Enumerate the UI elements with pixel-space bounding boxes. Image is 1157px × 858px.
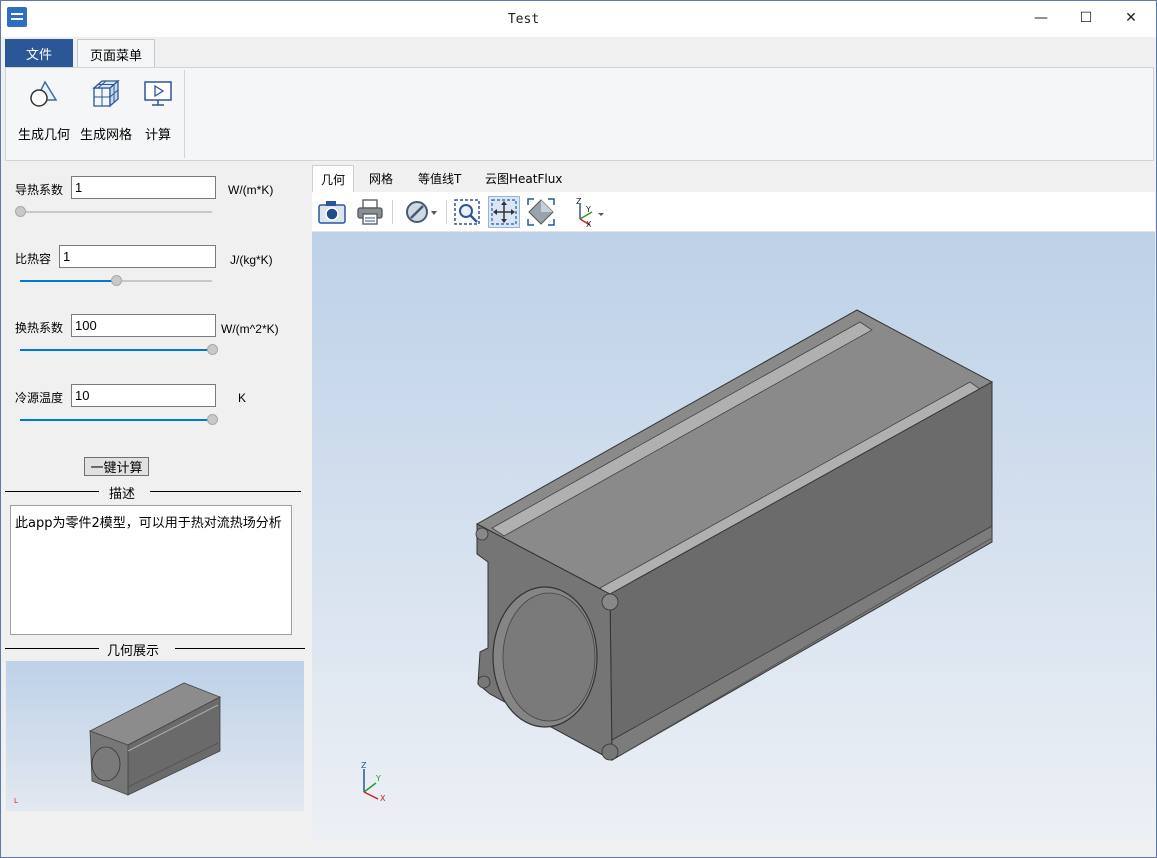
heat-transfer-input[interactable] (71, 314, 216, 337)
svg-text:L: L (14, 797, 18, 805)
slider-thumb[interactable] (15, 206, 26, 217)
minimize-button[interactable]: — (1018, 1, 1064, 35)
conductivity-input[interactable] (71, 176, 216, 199)
cold-source-temp-unit: K (238, 391, 247, 405)
print-button[interactable] (354, 196, 386, 228)
app-window: Test — ☐ ✕ 文件 页面菜单 生成几何 生成网格 计算 导热系数 1 W… (0, 0, 1157, 858)
zoom-box-button[interactable] (451, 196, 483, 228)
fit-view-icon (527, 198, 555, 226)
cold-source-temp-slider[interactable] (20, 414, 218, 425)
one-click-calculate-button[interactable]: 一键计算 (84, 457, 149, 476)
generate-mesh-label: 生成网格 (79, 128, 132, 143)
mesh-cube-icon (92, 79, 120, 108)
generate-mesh-button[interactable]: 生成网格 (78, 74, 134, 144)
tab-page-menu[interactable]: 页面菜单 (77, 39, 155, 68)
param-label-specific-heat: 比热容 (15, 252, 52, 266)
conductivity-slider[interactable] (15, 206, 212, 217)
conductivity-unit: W/(m*K) (228, 183, 274, 197)
cold-source-temp-input[interactable] (71, 384, 216, 407)
generate-geometry-label: 生成几何 (17, 128, 70, 143)
heat-transfer-unit: W/(m^2*K) (221, 322, 279, 336)
window-title: Test (507, 12, 540, 27)
description-title: 描述 (109, 487, 136, 502)
slider-thumb[interactable] (207, 414, 218, 425)
preview-model: L (14, 682, 221, 805)
axis-y-label: Y (585, 205, 591, 214)
camera-icon (318, 201, 346, 224)
fit-view-button[interactable] (525, 196, 557, 228)
display-mode-icon (406, 201, 437, 223)
compute-label: 计算 (144, 128, 171, 143)
ribbon-tabs: 文件 页面菜单 (1, 37, 1156, 68)
heat-transfer-slider[interactable] (20, 344, 218, 355)
generate-geometry-button[interactable]: 生成几何 (14, 74, 74, 144)
close-button[interactable]: ✕ (1108, 1, 1154, 35)
pan-icon (491, 199, 517, 225)
tab-mesh[interactable]: 网格 (361, 165, 401, 192)
slider-thumb[interactable] (207, 344, 218, 355)
preview-title: 几何展示 (107, 644, 160, 659)
param-label-cold-source-temp: 冷源温度 (15, 391, 64, 405)
screenshot-button[interactable] (316, 196, 348, 228)
divider (5, 648, 99, 649)
specific-heat-input[interactable] (59, 245, 216, 268)
title-bar: Test — ☐ ✕ (1, 1, 1156, 37)
parameter-panel: 导热系数 W/(m*K) 比热容 J/(kg*K) 换热系数 W/(m^2*K)… (5, 165, 307, 815)
ribbon-separator (184, 70, 185, 158)
axis-z-label: Z (576, 197, 582, 206)
maximize-button[interactable]: ☐ (1063, 1, 1109, 35)
axis-view-icon: Z Y X (576, 197, 604, 227)
tab-file[interactable]: 文件 (5, 39, 73, 67)
slider-thumb[interactable] (111, 275, 122, 286)
zoom-box-icon (454, 199, 480, 225)
tab-geometry[interactable]: 几何 (312, 165, 354, 192)
slider-fill (20, 419, 212, 421)
divider (150, 491, 301, 492)
triad-z-label: Z (361, 761, 367, 770)
toolbar-separator (446, 200, 447, 224)
view-panel: 几何 网格 等值线T 云图HeatFlux Z Y X Z Y X (312, 165, 1155, 842)
geometry-preview-image: L (6, 661, 304, 811)
description-text[interactable]: 此app为零件2模型，可以用于热对流热场分析 (10, 505, 292, 635)
compute-button[interactable]: 计算 (140, 74, 176, 144)
tab-cloud-heatflux[interactable]: 云图HeatFlux (477, 165, 570, 192)
monitor-play-icon (144, 81, 172, 106)
display-mode-button[interactable] (402, 196, 440, 228)
toolbar-separator (392, 200, 393, 224)
slider-fill (20, 280, 116, 282)
preview-group-header: 几何展示 (5, 640, 305, 659)
divider (175, 648, 305, 649)
specific-heat-slider[interactable] (20, 275, 212, 286)
specific-heat-unit: J/(kg*K) (230, 253, 273, 267)
status-bar (1, 841, 1156, 857)
axis-x-label: X (586, 220, 592, 227)
geometry-model: Z Y X (361, 309, 994, 803)
param-label-heat-transfer: 换热系数 (15, 321, 64, 335)
ribbon-panel: 生成几何 生成网格 计算 (5, 67, 1154, 161)
pan-button[interactable] (488, 196, 520, 228)
view-tabs: 几何 网格 等值线T 云图HeatFlux (312, 165, 1155, 192)
slider-fill (20, 349, 212, 351)
param-label-conductivity: 导热系数 (15, 183, 64, 197)
triad-y-label: Y (375, 774, 381, 783)
3d-viewport[interactable]: Z Y X (312, 232, 1155, 840)
shapes-icon (30, 80, 58, 107)
description-group-header: 描述 (5, 483, 301, 502)
tab-contour-t[interactable]: 等值线T (410, 165, 469, 192)
printer-icon (357, 199, 383, 225)
axis-view-button[interactable]: Z Y X (568, 196, 608, 228)
triad-x-label: X (380, 794, 386, 803)
view-toolbar: Z Y X (312, 192, 1155, 232)
divider (5, 491, 99, 492)
